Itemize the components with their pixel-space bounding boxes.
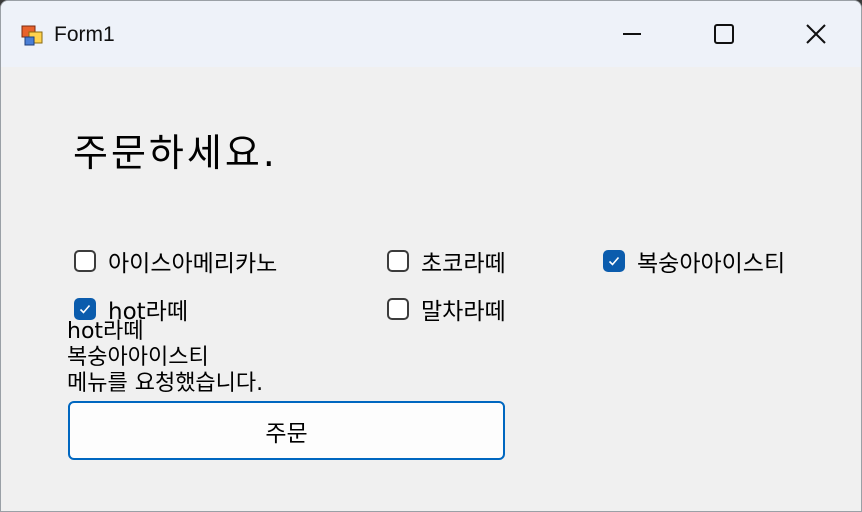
checkbox-label: 말차라떼 bbox=[421, 299, 506, 325]
checkbox-iced-americano[interactable]: 아이스아메리카노 bbox=[74, 244, 277, 278]
maximize-icon bbox=[714, 24, 734, 44]
checkbox-box[interactable] bbox=[387, 298, 409, 320]
app-icon bbox=[21, 25, 43, 46]
close-icon bbox=[806, 24, 826, 44]
app-window: Form1 주문하세요. 아이스아메리카노 초코라떼 복숭아아이스티 hot라떼… bbox=[0, 0, 862, 512]
title-bar[interactable]: Form1 bbox=[1, 1, 861, 67]
checkbox-label: 아이스아메리카노 bbox=[108, 251, 278, 277]
checkbox-label: 초코라떼 bbox=[421, 251, 506, 277]
checkmark-icon bbox=[608, 256, 620, 266]
window-title: Form1 bbox=[54, 23, 115, 46]
checkbox-label: 복숭아아이스티 bbox=[637, 251, 786, 277]
checkbox-matcha-latte[interactable]: 말차라떼 bbox=[387, 292, 506, 326]
form-client-area: 주문하세요. 아이스아메리카노 초코라떼 복숭아아이스티 hot라떼 말차라떼 … bbox=[1, 67, 861, 511]
checkbox-box[interactable] bbox=[603, 250, 625, 272]
minimize-button[interactable] bbox=[585, 1, 679, 67]
minimize-icon bbox=[623, 33, 641, 35]
result-line: 메뉴를 요청했습니다. bbox=[67, 371, 264, 396]
result-line: hot라떼 bbox=[67, 319, 144, 344]
checkbox-box[interactable] bbox=[74, 298, 96, 320]
result-line: 복숭아아이스티 bbox=[67, 345, 209, 370]
close-button[interactable] bbox=[769, 1, 861, 67]
maximize-button[interactable] bbox=[677, 1, 771, 67]
order-result-label: hot라떼 복숭아아이스티 메뉴를 요청했습니다. bbox=[67, 319, 263, 397]
checkbox-peach-iced-tea[interactable]: 복숭아아이스티 bbox=[603, 244, 785, 278]
page-heading: 주문하세요. bbox=[73, 131, 278, 175]
order-button[interactable]: 주문 bbox=[68, 401, 505, 460]
checkbox-box[interactable] bbox=[387, 250, 409, 272]
checkbox-box[interactable] bbox=[74, 250, 96, 272]
checkmark-icon bbox=[79, 304, 91, 314]
checkbox-choco-latte[interactable]: 초코라떼 bbox=[387, 244, 506, 278]
